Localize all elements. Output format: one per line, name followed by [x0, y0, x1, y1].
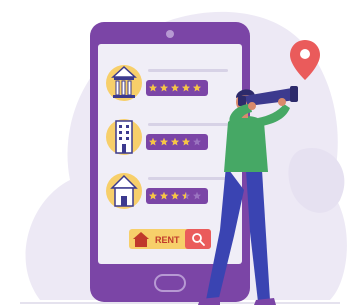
text-line [148, 177, 228, 180]
rent-label: RENT [155, 235, 180, 245]
office-building-icon [115, 120, 133, 154]
rent-search-bar[interactable]: RENT [129, 229, 211, 249]
phone-camera [166, 30, 174, 38]
search-button[interactable] [185, 229, 211, 249]
text-line [148, 123, 228, 126]
rent-search-illustration: RENT [20, 11, 347, 305]
illustration-stage: RENT [0, 0, 358, 307]
text-line [148, 69, 228, 72]
